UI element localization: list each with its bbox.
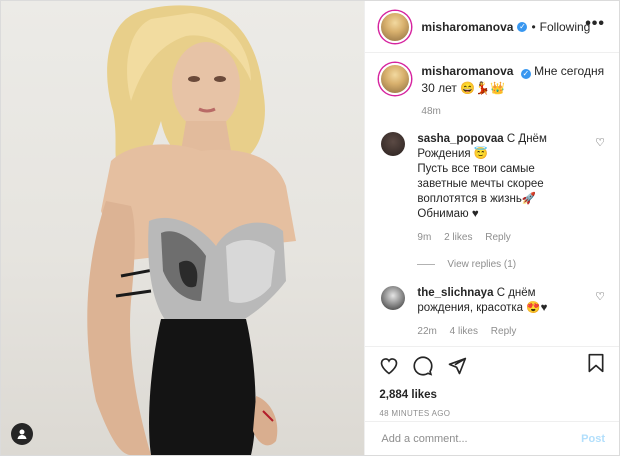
posted-time[interactable]: 48 MINUTES AGO bbox=[379, 409, 605, 418]
comment-likes[interactable]: 4 likes bbox=[450, 326, 478, 337]
comment-time[interactable]: 22m bbox=[417, 326, 436, 337]
action-icons bbox=[379, 353, 605, 385]
caption-time[interactable]: 48m bbox=[421, 103, 605, 120]
caption-avatar[interactable] bbox=[379, 63, 412, 95]
comment-meta: 9m 2 likes Reply bbox=[417, 230, 587, 245]
likes-count[interactable]: 2,884 likes bbox=[379, 389, 605, 401]
comment-text-line3: Обнимаю ♥ bbox=[417, 208, 479, 220]
comment-like-heart-icon[interactable]: ♡ bbox=[595, 290, 605, 303]
more-options-icon[interactable]: ••• bbox=[585, 15, 605, 33]
post-side-panel: misharomanova ✓ • Following ••• misharom… bbox=[364, 1, 619, 455]
post-photo[interactable] bbox=[1, 1, 365, 455]
comment-body: the_slichnaya С днём рождения, красотка … bbox=[417, 286, 587, 339]
post-comment-button[interactable]: Post bbox=[581, 433, 605, 445]
share-icon[interactable] bbox=[447, 356, 467, 382]
comment-likes[interactable]: 2 likes bbox=[444, 232, 472, 243]
comment-item: sasha_popovaa С Днём Рождения 😇 Пусть вс… bbox=[379, 132, 605, 245]
comment-icon[interactable] bbox=[413, 356, 433, 382]
verified-badge-icon: ✓ bbox=[520, 69, 531, 79]
post-header: misharomanova ✓ • Following ••• bbox=[365, 1, 619, 53]
person-icon bbox=[17, 429, 27, 439]
bookmark-icon[interactable] bbox=[587, 353, 605, 379]
reply-button[interactable]: Reply bbox=[485, 232, 511, 243]
comment-like-heart-icon[interactable]: ♡ bbox=[595, 136, 605, 149]
view-replies-label: View replies (1) bbox=[447, 259, 517, 270]
separator-dot: • bbox=[531, 19, 536, 34]
comment-input[interactable] bbox=[379, 431, 582, 446]
caption-username[interactable]: misharomanova bbox=[421, 64, 513, 78]
author-username[interactable]: misharomanova bbox=[421, 20, 513, 34]
commenter-avatar[interactable] bbox=[381, 286, 406, 310]
view-replies-button[interactable]: View replies (1) bbox=[417, 259, 605, 270]
post-actions: 2,884 likes 48 MINUTES AGO bbox=[365, 346, 619, 422]
caption-body: misharomanova ✓ Мне сегодня 30 лет 😄💃👑 4… bbox=[421, 63, 605, 120]
following-button[interactable]: Following bbox=[540, 20, 591, 34]
commenter-avatar[interactable] bbox=[381, 132, 406, 156]
tagged-users-button[interactable] bbox=[11, 423, 33, 445]
post-window: misharomanova ✓ • Following ••• misharom… bbox=[0, 0, 620, 456]
commenter-username[interactable]: sasha_popovaa bbox=[417, 133, 503, 145]
replies-divider bbox=[417, 264, 436, 265]
comment-time[interactable]: 9m bbox=[417, 232, 431, 243]
commenter-username[interactable]: the_slichnaya bbox=[417, 287, 493, 299]
comment-body: sasha_popovaa С Днём Рождения 😇 Пусть вс… bbox=[417, 132, 587, 245]
add-comment-bar: Post bbox=[365, 421, 619, 455]
reply-button[interactable]: Reply bbox=[491, 326, 517, 337]
comments-list[interactable]: misharomanova ✓ Мне сегодня 30 лет 😄💃👑 4… bbox=[365, 53, 619, 337]
photo-illustration bbox=[87, 5, 296, 455]
caption: misharomanova ✓ Мне сегодня 30 лет 😄💃👑 4… bbox=[379, 63, 605, 120]
comment-meta: 22m 4 likes Reply bbox=[417, 324, 587, 339]
comment-text-line2: Пусть все твои самые заветные мечты скор… bbox=[417, 163, 544, 205]
comment-item: the_slichnaya С днём рождения, красотка … bbox=[379, 286, 605, 339]
heart-icon[interactable] bbox=[379, 356, 399, 382]
verified-badge-icon: ✓ bbox=[517, 21, 528, 32]
author-avatar[interactable] bbox=[379, 10, 412, 43]
